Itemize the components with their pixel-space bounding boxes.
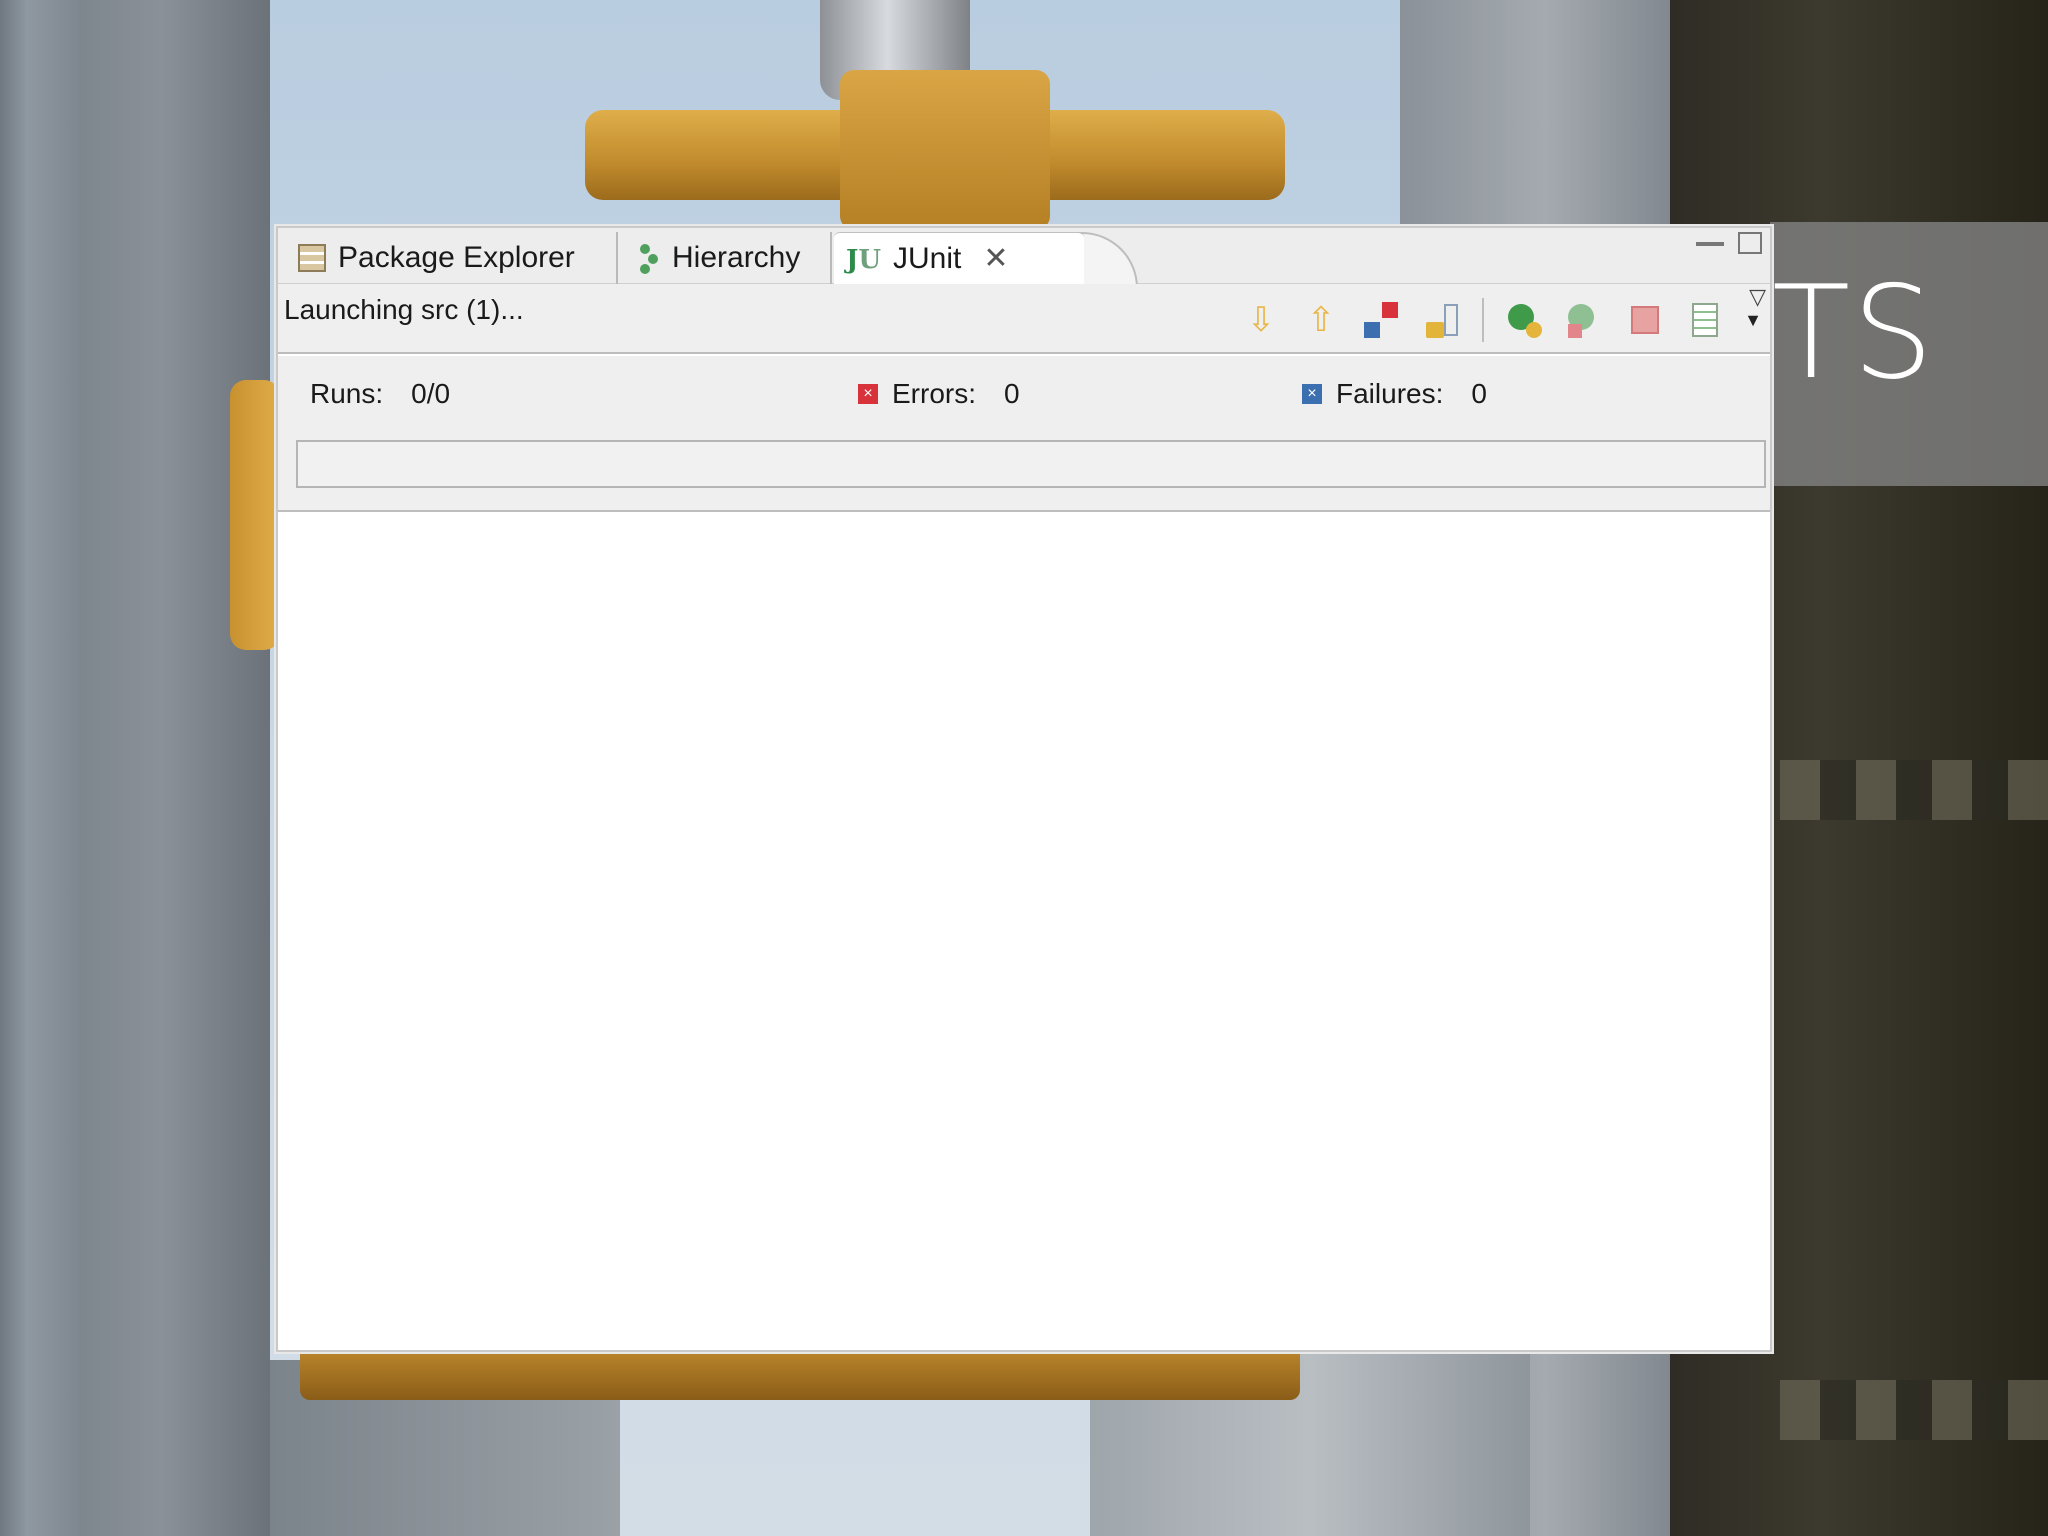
errors-label: Errors: — [892, 378, 976, 409]
junit-view: Package Explorer Hierarchy JU JUnit ✕ La… — [276, 226, 1772, 1352]
tab-package-explorer[interactable]: Package Explorer — [288, 232, 618, 284]
tab-junit[interactable]: JU JUnit ✕ — [834, 232, 1084, 284]
traffic-light-mount — [840, 70, 1050, 230]
failures-counter: × Failures: 0 — [1302, 378, 1487, 410]
tab-package-explorer-label: Package Explorer — [338, 241, 575, 274]
minimize-icon[interactable] — [1696, 242, 1724, 246]
failures-label: Failures: — [1336, 378, 1444, 409]
error-icon: × — [858, 384, 878, 404]
rerun-failed-first-icon[interactable] — [1566, 300, 1604, 340]
failures-only-icon[interactable] — [1362, 300, 1400, 340]
tab-junit-label: JUnit — [893, 241, 962, 275]
test-counters: Runs: 0/0 × Errors: 0 × Failures: 0 — [278, 356, 1770, 430]
building-windows — [1780, 760, 2048, 820]
junit-toolbar: Launching src (1)... ⇩ ⇧ ▼ ▽ — [278, 284, 1770, 354]
errors-counter: × Errors: 0 — [858, 378, 1020, 410]
view-tab-bar: Package Explorer Hierarchy JU JUnit ✕ — [278, 228, 1770, 288]
progress-area — [278, 430, 1770, 512]
toolbar-buttons: ⇩ ⇧ ▼ — [1242, 298, 1762, 342]
tab-hierarchy-label: Hierarchy — [672, 241, 801, 274]
errors-value: 0 — [1004, 378, 1020, 409]
runs-value: 0/0 — [411, 378, 451, 409]
tab-junit-edge — [1078, 232, 1138, 288]
stop-icon[interactable] — [1626, 300, 1664, 340]
close-icon[interactable]: ✕ — [983, 241, 1008, 276]
building-windows — [1780, 1380, 2048, 1440]
runs-counter: Runs: 0/0 — [310, 378, 450, 410]
runs-label: Runs: — [310, 378, 384, 409]
slide-title-text: TS — [1772, 259, 1936, 408]
view-menu-icon[interactable]: ▽ — [1749, 284, 1766, 310]
traffic-light-side — [230, 380, 280, 650]
failures-value: 0 — [1471, 378, 1487, 409]
junit-icon: JU — [846, 244, 881, 275]
package-explorer-icon — [298, 244, 326, 272]
history-icon[interactable] — [1686, 300, 1724, 340]
building-left — [0, 0, 270, 1536]
scroll-lock-icon[interactable] — [1422, 300, 1460, 340]
window-controls — [1696, 232, 1762, 254]
previous-failure-icon[interactable]: ⇧ — [1302, 300, 1340, 340]
tab-hierarchy[interactable]: Hierarchy — [622, 232, 832, 284]
toolbar-separator — [1482, 298, 1484, 342]
next-failure-icon[interactable]: ⇩ — [1242, 300, 1280, 340]
launch-status: Launching src (1)... — [284, 294, 524, 325]
rerun-icon[interactable] — [1506, 300, 1544, 340]
test-progress-bar — [296, 440, 1766, 488]
test-results-tree[interactable] — [278, 514, 1770, 1350]
failure-icon: × — [1302, 384, 1322, 404]
maximize-icon[interactable] — [1738, 232, 1762, 254]
hierarchy-icon — [636, 242, 660, 274]
